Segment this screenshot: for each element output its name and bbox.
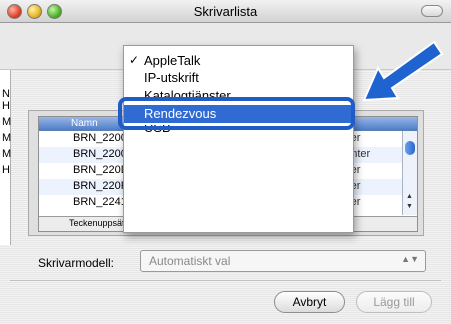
connection-type-menu[interactable]: ✓ AppleTalk IP-utskrift Katalogtjänster … [123, 45, 354, 233]
column-header-name[interactable]: Namn [71, 118, 98, 129]
printer-model-value: Automatiskt val [149, 254, 231, 268]
printer-model-select[interactable]: Automatiskt val ▲▼ [140, 250, 426, 272]
rendezvous-highlight-frame [118, 97, 355, 130]
background-text: H [2, 100, 10, 112]
divider [10, 280, 441, 281]
add-button[interactable]: Lägg till [356, 291, 432, 313]
updown-arrows-icon: ▲▼ [401, 254, 419, 264]
scroll-down-arrow-icon[interactable]: ▼ [406, 203, 413, 210]
menu-item-label: AppleTalk [144, 53, 201, 68]
menu-item-label: IP-utskrift [144, 70, 199, 85]
background-text: M [2, 132, 12, 144]
scroll-thumb[interactable] [405, 141, 415, 155]
menu-item-appletalk[interactable]: ✓ AppleTalk [124, 52, 353, 70]
background-text: N [2, 88, 10, 100]
scroll-up-arrow-icon[interactable]: ▲ [406, 193, 413, 200]
pointer-arrow-icon [362, 40, 444, 102]
menu-item-ip-printing[interactable]: IP-utskrift [124, 69, 353, 87]
toolbar-toggle-button[interactable] [421, 5, 443, 17]
background-text: H [2, 164, 10, 176]
window-title: Skrivarlista [193, 4, 258, 19]
menu-item-label: Katalogtjänster [144, 88, 231, 97]
printer-list-window: Skrivarlista N H M M M H Namn BRN_22002C… [0, 0, 451, 324]
printer-model-label: Skrivarmodell: [38, 256, 115, 270]
background-list-strip: N H M M M H [0, 70, 11, 245]
pointer-arrow-shape [362, 40, 444, 102]
background-text: M [2, 116, 12, 128]
checkmark-icon: ✓ [129, 53, 140, 67]
list-scrollbar[interactable]: ▲ ▼ [402, 131, 417, 215]
menu-item-directory-services[interactable]: Katalogtjänster [124, 87, 353, 97]
cancel-button[interactable]: Avbryt [274, 291, 345, 313]
title-bar: Skrivarlista [0, 0, 451, 23]
background-text: M [2, 148, 12, 160]
